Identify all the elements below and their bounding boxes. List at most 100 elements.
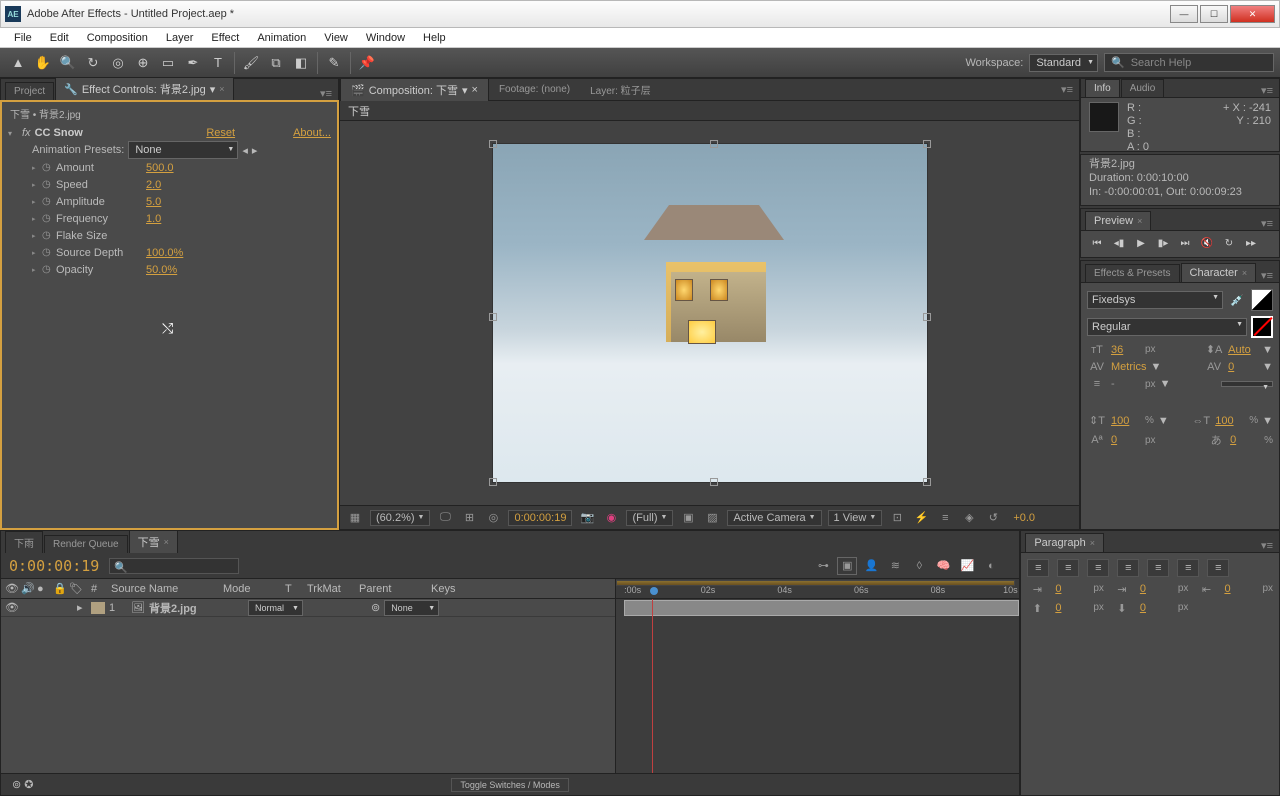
stopwatch-icon[interactable]: ◷ (42, 162, 56, 173)
time-ruler[interactable]: :00s 02s 04s 06s 08s 10s (615, 579, 1019, 598)
resolution-dropdown[interactable]: (Full)▼ (626, 510, 673, 526)
col-parent[interactable]: Parent (359, 583, 429, 595)
prop-value[interactable]: 500.0 (146, 162, 174, 174)
comp-breadcrumb[interactable]: 下雪 (348, 103, 370, 119)
grid-icon[interactable]: ⊞ (460, 510, 478, 526)
footage-tab[interactable]: Footage: (none) (489, 81, 580, 98)
menu-help[interactable]: Help (415, 30, 454, 46)
prop-value[interactable]: 100.0% (146, 247, 183, 259)
font-style-dropdown[interactable]: Regular (1087, 318, 1247, 336)
play-icon[interactable]: ▶ (1133, 235, 1149, 251)
current-time[interactable]: 0:00:00:19 (508, 510, 572, 526)
toggle-switches-button[interactable]: Toggle Switches / Modes (451, 778, 569, 792)
audio-tab[interactable]: Audio (1121, 79, 1165, 97)
snapshot-icon[interactable]: 📷 (578, 510, 596, 526)
justify-last-right-button[interactable]: ≡ (1177, 559, 1199, 577)
paragraph-tab[interactable]: Paragraph× (1025, 533, 1104, 552)
solo-col-icon[interactable]: ● (37, 583, 51, 595)
motion-blur-icon[interactable]: ◊ (909, 557, 929, 575)
close-button[interactable]: ✕ (1230, 5, 1275, 23)
cti-marker-icon[interactable] (650, 587, 658, 595)
fx-icon[interactable]: fx (22, 127, 31, 139)
hand-tool[interactable]: ✋ (31, 52, 55, 74)
playhead[interactable] (652, 599, 653, 773)
menu-layer[interactable]: Layer (158, 30, 202, 46)
col-trkmat[interactable]: TrkMat (307, 583, 357, 595)
workspace-dropdown[interactable]: Standard (1029, 54, 1098, 72)
timeline-tab-1[interactable]: 下雨 (5, 531, 43, 553)
panel-menu-icon[interactable]: ▾≡ (320, 87, 332, 100)
camera-dropdown[interactable]: Active Camera▼ (727, 510, 821, 526)
stopwatch-icon[interactable]: ◷ (42, 179, 56, 190)
composition-tab[interactable]: 🎬 Composition: 下雪 ▾ × (340, 78, 489, 101)
about-link[interactable]: About... (293, 127, 331, 139)
stopwatch-icon[interactable]: ◷ (42, 213, 56, 224)
adjustment-icon[interactable]: ◐ (981, 557, 1001, 575)
panel-menu-icon[interactable]: ▾≡ (1261, 84, 1273, 97)
lock-col-icon[interactable]: 🔒 (53, 582, 67, 595)
indent-left-value[interactable]: 0 (1055, 583, 1085, 596)
pixel-aspect-icon[interactable]: ⊡ (888, 510, 906, 526)
render-queue-tab[interactable]: Render Queue (44, 535, 128, 553)
align-center-button[interactable]: ≡ (1057, 559, 1079, 577)
prop-expand-icon[interactable]: ▸ (32, 215, 42, 223)
vscale-value[interactable]: 100 (1111, 415, 1141, 427)
comp-mini-flow-icon[interactable]: ⊶ (813, 557, 833, 575)
puppet-tool[interactable]: 📌 (355, 52, 379, 74)
col-source[interactable]: Source Name (111, 583, 221, 595)
brush-tool[interactable]: 🖌 (239, 52, 263, 74)
menu-animation[interactable]: Animation (249, 30, 314, 46)
menu-composition[interactable]: Composition (79, 30, 156, 46)
col-keys[interactable]: Keys (431, 583, 471, 595)
res-icon[interactable]: 🖵 (436, 510, 454, 526)
close-tab-icon[interactable]: × (219, 84, 224, 94)
hscale-value[interactable]: 100 (1215, 415, 1245, 427)
justify-last-left-button[interactable]: ≡ (1117, 559, 1139, 577)
align-left-button[interactable]: ≡ (1027, 559, 1049, 577)
stroke-style-dropdown[interactable] (1221, 381, 1273, 387)
prop-value[interactable]: 2.0 (146, 179, 161, 191)
align-right-button[interactable]: ≡ (1087, 559, 1109, 577)
tab-dropdown-icon[interactable]: ▾ (462, 84, 468, 97)
col-num[interactable]: # (91, 583, 109, 595)
blend-mode-dropdown[interactable]: Normal (248, 600, 303, 616)
text-tool[interactable]: T (206, 52, 230, 74)
menu-effect[interactable]: Effect (203, 30, 247, 46)
next-frame-icon[interactable]: ▮▸ (1155, 235, 1171, 251)
rotate-tool[interactable]: ↻ (81, 52, 105, 74)
timeline-icon[interactable]: ≡ (936, 510, 954, 526)
camera-tool[interactable]: ◎ (106, 52, 130, 74)
menu-edit[interactable]: Edit (42, 30, 77, 46)
ram-preview-icon[interactable]: ▸▸ (1243, 235, 1259, 251)
frame-blend-icon[interactable]: ≋ (885, 557, 905, 575)
layer-bar[interactable] (624, 600, 1019, 616)
tracking-value[interactable]: 0 (1228, 361, 1258, 373)
pen-tool[interactable]: ✒ (181, 52, 205, 74)
stroke-value[interactable]: - (1111, 378, 1141, 390)
tl-options-icon[interactable]: ⊚ ✪ (12, 778, 34, 791)
panel-menu-icon[interactable]: ▾≡ (1061, 83, 1073, 96)
character-tab[interactable]: Character× (1181, 263, 1257, 282)
stopwatch-icon[interactable]: ◷ (42, 247, 56, 258)
col-t[interactable]: T (285, 583, 305, 595)
layer-row[interactable]: 👁 ▸ 1 🖼 背景2.jpg Normal ⊚ None (1, 599, 615, 617)
font-size-value[interactable]: 36 (1111, 344, 1141, 356)
maximize-button[interactable]: ☐ (1200, 5, 1228, 23)
panel-menu-icon[interactable]: ▾≡ (1261, 539, 1273, 552)
layer-name[interactable]: 背景2.jpg (149, 600, 244, 616)
project-tab[interactable]: Project (5, 82, 54, 100)
preset-prev-icon[interactable]: ◂ (242, 144, 248, 157)
speaker-col-icon[interactable]: 🔊 (21, 582, 35, 595)
preview-tab[interactable]: Preview× (1085, 211, 1151, 230)
effect-controls-tab[interactable]: 🔧 Effect Controls: 背景2.jpg ▾ × (55, 77, 233, 100)
search-help-input[interactable]: 🔍 Search Help (1104, 53, 1274, 72)
zoom-tool[interactable]: 🔍 (56, 52, 80, 74)
panel-menu-icon[interactable]: ▾≡ (1261, 217, 1273, 230)
space-before-value[interactable]: 0 (1055, 602, 1085, 615)
prop-expand-icon[interactable]: ▸ (32, 181, 42, 189)
presets-dropdown[interactable]: None (128, 141, 238, 159)
stopwatch-icon[interactable]: ◷ (42, 196, 56, 207)
label-col-icon[interactable]: 🏷 (69, 582, 89, 595)
zoom-dropdown[interactable]: (60.2%)▼ (370, 510, 430, 526)
layer-tab[interactable]: Layer: 粒子层 (580, 79, 661, 100)
